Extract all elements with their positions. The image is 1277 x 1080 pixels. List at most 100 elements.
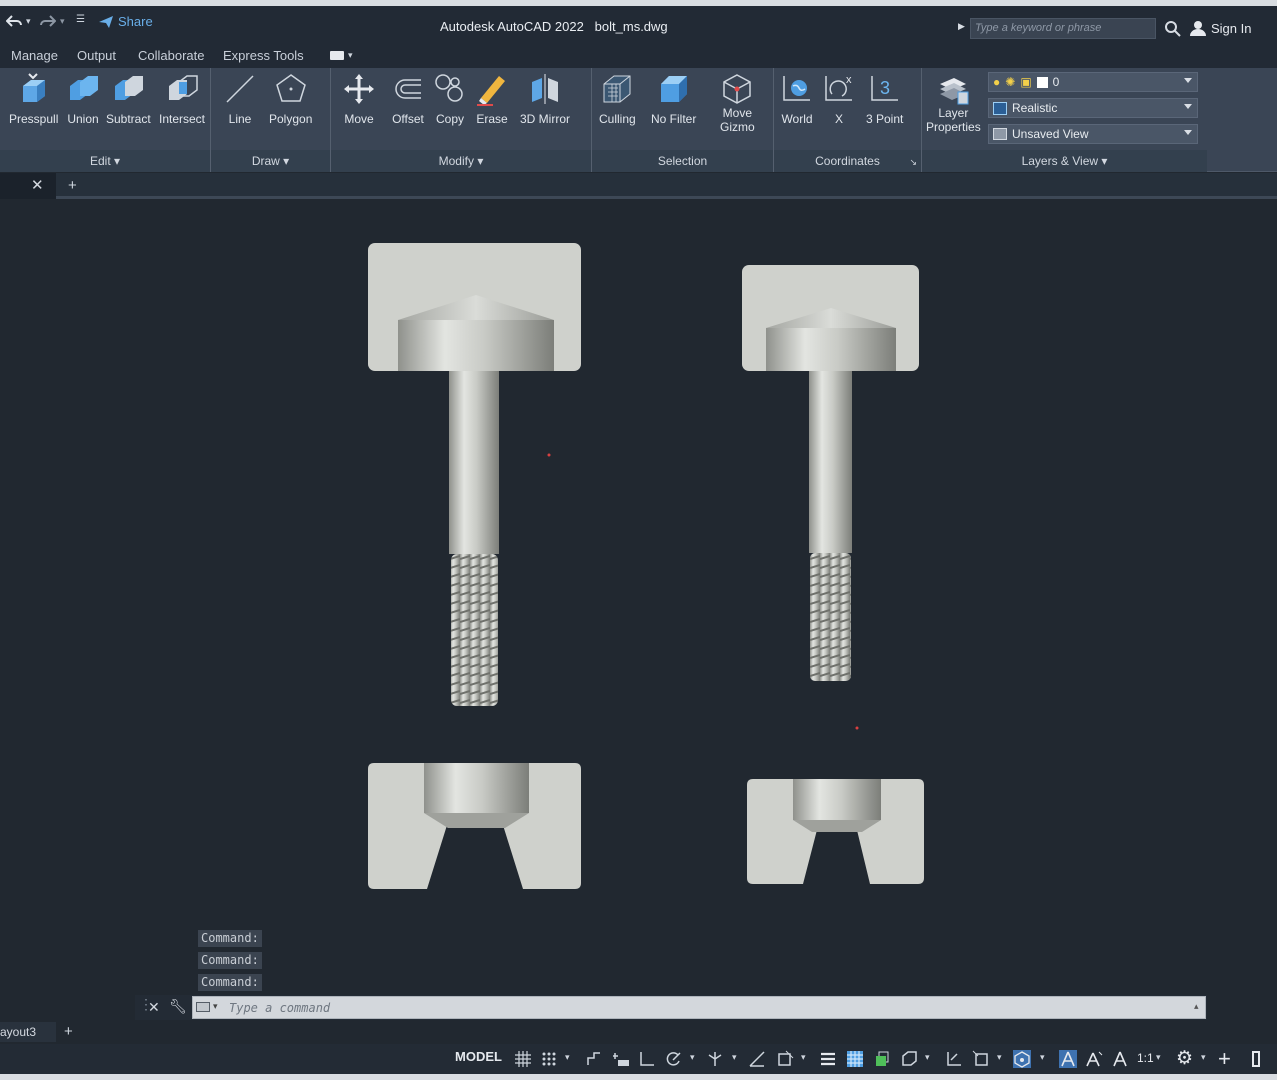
- new-layout-icon[interactable]: +: [64, 1023, 73, 1040]
- left-bolt-shank: [449, 371, 499, 554]
- sign-in-button[interactable]: Sign In: [1190, 20, 1251, 36]
- isodraft-icon[interactable]: [706, 1050, 724, 1068]
- customize-icon[interactable]: [1252, 1051, 1260, 1067]
- cube-filter-icon: [660, 76, 687, 102]
- drawing-viewport[interactable]: Command: Command: Command:: [0, 202, 1277, 1020]
- no-filter-button[interactable]: No Filter: [651, 72, 696, 126]
- chevron-down-icon[interactable]: ▾: [801, 1052, 806, 1063]
- layout-tab[interactable]: ayout3: [0, 1022, 56, 1042]
- named-view-dropdown[interactable]: Unsaved View: [988, 124, 1198, 144]
- move-gizmo-button[interactable]: Move Gizmo: [720, 72, 755, 134]
- model-space-toggle[interactable]: MODEL: [455, 1049, 502, 1064]
- ribbon-display-toggle-icon[interactable]: [330, 51, 344, 60]
- modify-panel-title[interactable]: Modify ▾: [331, 150, 591, 172]
- auto-scale-icon[interactable]: [1085, 1050, 1103, 1068]
- close-icon[interactable]: ✕: [31, 176, 44, 194]
- 3d-object-snap-icon[interactable]: [900, 1050, 918, 1068]
- dynamic-input-icon[interactable]: [612, 1050, 630, 1068]
- prompt-icon[interactable]: [196, 1002, 210, 1012]
- chevron-down-icon[interactable]: ▾: [997, 1052, 1002, 1063]
- move-button[interactable]: Move: [342, 72, 376, 126]
- 3-point-label: 3 Point: [866, 112, 904, 126]
- expand-history-icon[interactable]: ▴: [1194, 1001, 1199, 1012]
- transparency-icon[interactable]: [846, 1050, 864, 1068]
- chevron-down-icon[interactable]: ▾: [1201, 1052, 1206, 1063]
- ucs-world-button[interactable]: World: [780, 72, 814, 126]
- close-icon[interactable]: ✕: [148, 999, 160, 1016]
- polygon-button[interactable]: Polygon: [269, 72, 312, 126]
- panel-launcher-icon[interactable]: ↘: [909, 157, 917, 168]
- x-label: X: [834, 112, 843, 126]
- file-tab-active[interactable]: ✕: [0, 173, 56, 199]
- annotation-visibility-icon[interactable]: [1059, 1050, 1077, 1068]
- chevron-down-icon[interactable]: ▾: [690, 1052, 695, 1063]
- erase-button[interactable]: Erase: [475, 72, 509, 126]
- draw-panel-title[interactable]: Draw ▾: [211, 150, 330, 172]
- help-search-input[interactable]: Type a keyword or phrase: [970, 18, 1156, 39]
- tab-output[interactable]: Output: [77, 48, 116, 63]
- annotation-scale-icon[interactable]: [1111, 1050, 1129, 1068]
- layers-view-panel-title[interactable]: Layers & View ▾: [922, 150, 1207, 172]
- right-bolt-thread: [810, 553, 851, 681]
- move-gizmo-label-1: Move: [722, 106, 752, 120]
- wrench-icon[interactable]: 🔧︎: [169, 998, 187, 1015]
- union-label: Union: [67, 112, 99, 126]
- copy-button[interactable]: Copy: [433, 72, 467, 126]
- gear-icon[interactable]: ⚙: [1176, 1047, 1193, 1070]
- visual-style-dropdown[interactable]: Realistic: [988, 98, 1198, 118]
- object-snap-icon[interactable]: [776, 1050, 794, 1068]
- ucs-x-button[interactable]: x X: [822, 72, 856, 126]
- presspull-button[interactable]: Presspull: [9, 72, 58, 126]
- new-tab-icon[interactable]: +: [68, 177, 77, 194]
- search-icon[interactable]: [1164, 20, 1181, 37]
- edit-panel-title[interactable]: Edit ▾: [0, 150, 210, 172]
- 3d-mirror-button[interactable]: 3D Mirror: [520, 72, 570, 126]
- object-snap-tracking-icon[interactable]: [748, 1050, 766, 1068]
- line-button[interactable]: Line: [223, 72, 257, 126]
- layer-properties-button[interactable]: Layer Properties: [926, 72, 981, 134]
- gizmo-toggle-icon[interactable]: [1013, 1050, 1031, 1068]
- layer-on-icon: ●: [993, 75, 1001, 89]
- tab-express-tools[interactable]: Express Tools: [223, 48, 304, 63]
- share-button[interactable]: Share: [98, 14, 153, 29]
- command-input[interactable]: Type a command: [192, 996, 1206, 1019]
- line-icon: [226, 75, 254, 103]
- annotation-scale-value[interactable]: 1:1: [1137, 1051, 1154, 1065]
- culling-button[interactable]: Culling: [599, 72, 636, 126]
- ucs-3-point-button[interactable]: 3 3 Point: [866, 72, 903, 126]
- polar-tracking-icon[interactable]: [664, 1050, 682, 1068]
- chevron-down-icon[interactable]: ▾: [565, 1052, 570, 1063]
- intersect-button[interactable]: Intersect: [159, 72, 205, 126]
- offset-icon: [395, 79, 421, 99]
- ribbon-display-dropdown-icon[interactable]: ▾: [348, 50, 353, 61]
- selection-filter-icon[interactable]: [972, 1050, 990, 1068]
- subtract-button[interactable]: Subtract: [106, 72, 151, 126]
- search-expand-icon[interactable]: ▶: [958, 21, 965, 32]
- chevron-down-icon[interactable]: ▾: [732, 1052, 737, 1063]
- redo-button[interactable]: ▾: [40, 14, 65, 28]
- add-icon[interactable]: +: [1218, 1046, 1231, 1072]
- layers-view-panel: Layer Properties ● ✺ ▣ 0 Realistic Unsav…: [922, 68, 1207, 172]
- layer-dropdown[interactable]: ● ✺ ▣ 0: [988, 72, 1198, 92]
- undo-button[interactable]: ▾: [6, 14, 31, 28]
- model-drawing: [368, 243, 924, 889]
- union-button[interactable]: Union: [66, 72, 100, 126]
- lineweight-icon[interactable]: [819, 1050, 837, 1068]
- rotate-x-icon: x: [825, 74, 852, 101]
- chevron-down-icon[interactable]: ▾: [925, 1052, 930, 1063]
- recent-commands-dropdown-icon[interactable]: ▾: [213, 1001, 218, 1012]
- tab-manage[interactable]: Manage: [11, 48, 58, 63]
- command-history-line: Command:: [198, 952, 262, 969]
- ortho-icon[interactable]: [638, 1050, 656, 1068]
- grid-icon[interactable]: [514, 1050, 532, 1068]
- offset-button[interactable]: Offset: [391, 72, 425, 126]
- dynamic-ucs-icon[interactable]: [945, 1050, 963, 1068]
- quick-access-menu[interactable]: ☰: [76, 14, 85, 25]
- selection-cycling-icon[interactable]: [873, 1050, 891, 1068]
- infer-constraints-icon[interactable]: [585, 1050, 603, 1068]
- snap-icon[interactable]: [540, 1050, 558, 1068]
- tab-collaborate[interactable]: Collaborate: [138, 48, 205, 63]
- selection-panel-title: Selection: [592, 150, 773, 172]
- chevron-down-icon[interactable]: ▾: [1156, 1052, 1161, 1063]
- chevron-down-icon[interactable]: ▾: [1040, 1052, 1045, 1063]
